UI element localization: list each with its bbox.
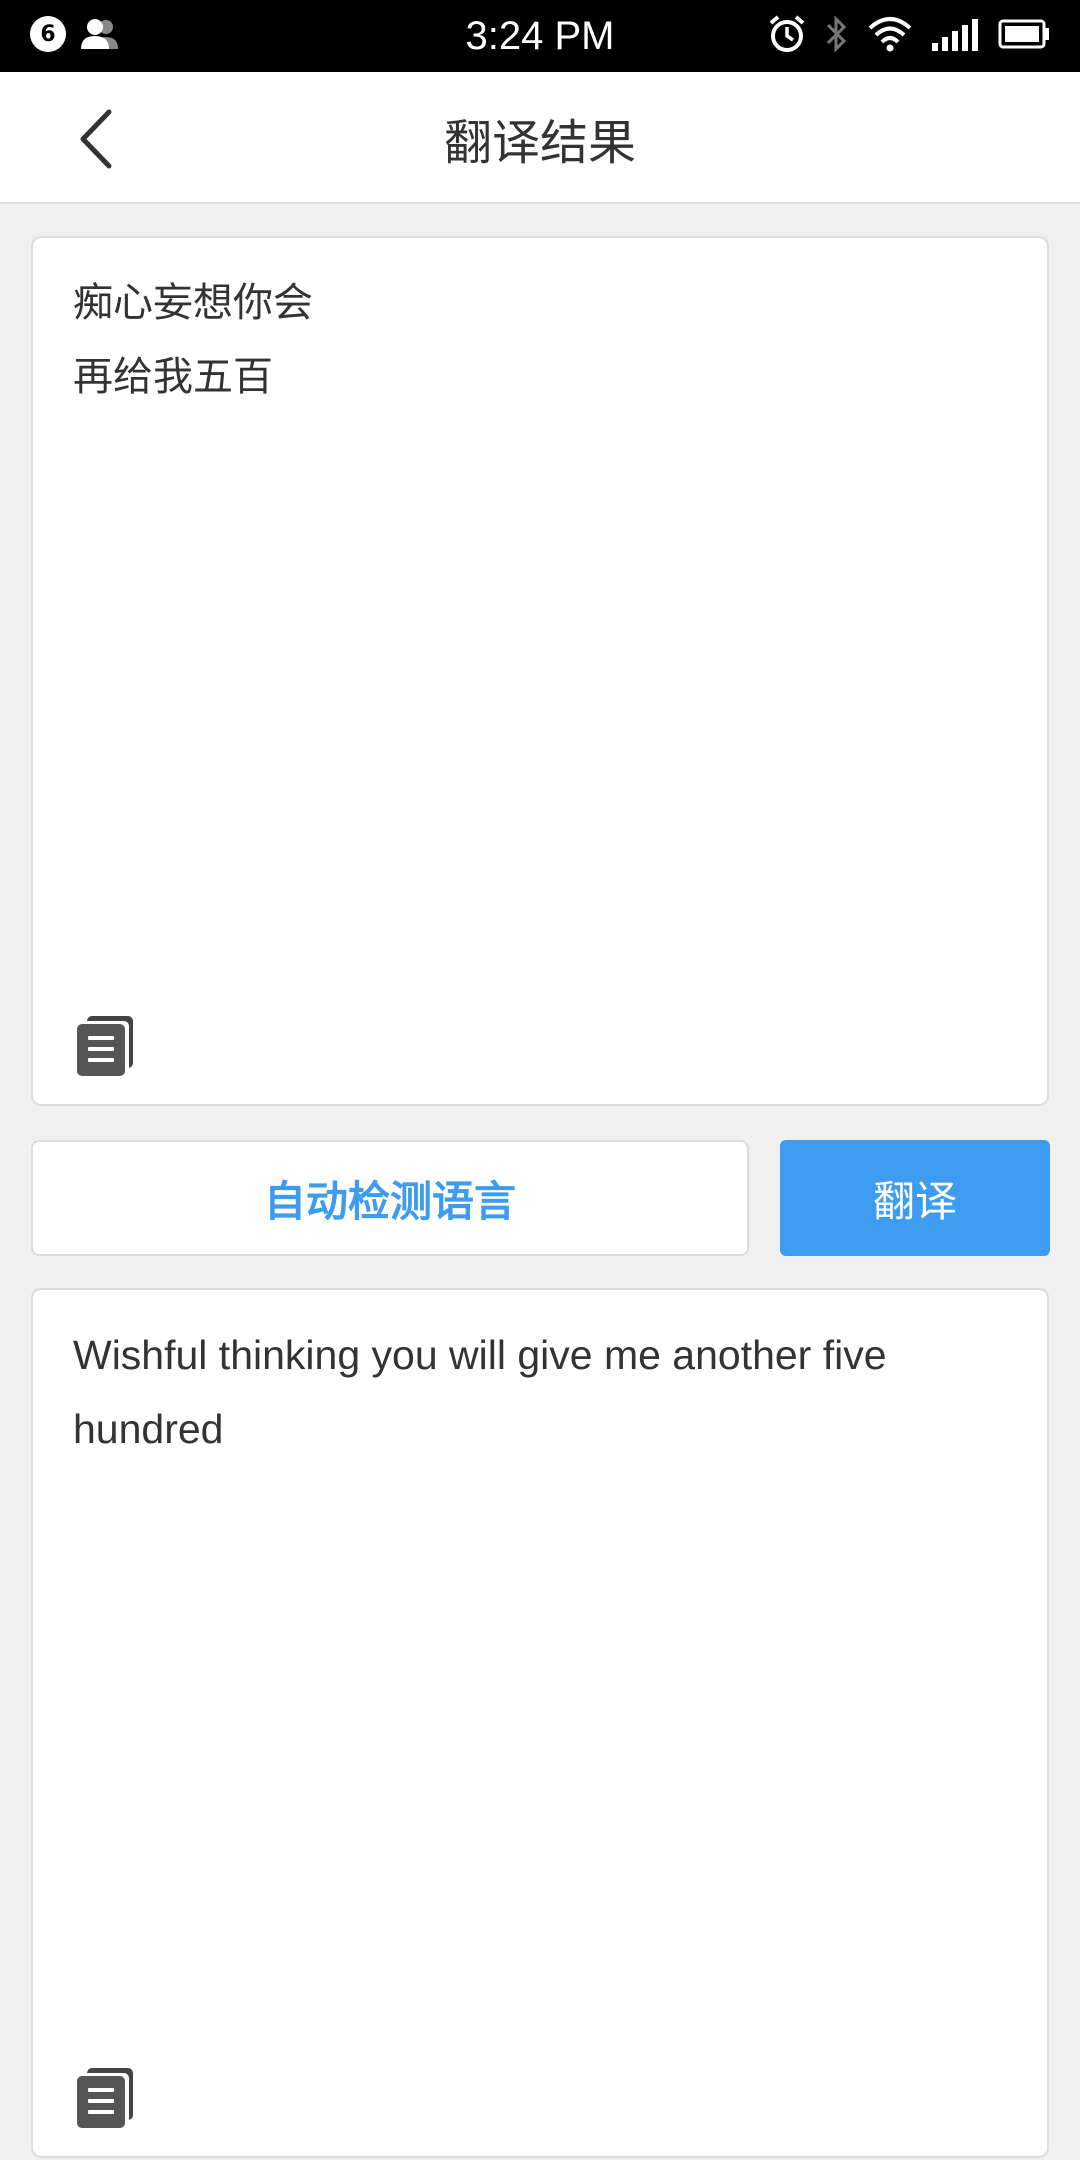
battery-icon [998,19,1049,49]
alarm-icon [769,15,805,52]
page-title: 翻译结果 [443,115,636,171]
status-bar: 6 3:24 PM [0,0,1080,72]
contacts-icon [81,19,118,49]
back-button[interactable] [50,94,140,184]
source-text[interactable]: 痴心妄想你会 再给我五百 [73,266,1007,414]
language-selector-button[interactable]: 自动检测语言 [31,1140,749,1256]
copy-icon[interactable] [73,2066,137,2130]
status-right-icons [768,14,1050,54]
bluetooth-icon [826,15,847,53]
copy-icon[interactable] [73,1014,137,1078]
signal-icon [932,19,978,51]
back-chevron-icon [80,109,112,169]
result-text[interactable]: Wishful thinking you will give me anothe… [73,1318,1007,1466]
translate-button[interactable]: 翻译 [780,1140,1050,1256]
result-text-panel[interactable]: Wishful thinking you will give me anothe… [31,1288,1049,2158]
nav-bar: 翻译结果 [0,72,1080,204]
notification-count-icon: 6 [30,16,66,52]
wifi-icon [868,17,912,52]
source-text-panel[interactable]: 痴心妄想你会 再给我五百 [31,236,1049,1106]
status-left-icons: 6 [30,16,122,52]
